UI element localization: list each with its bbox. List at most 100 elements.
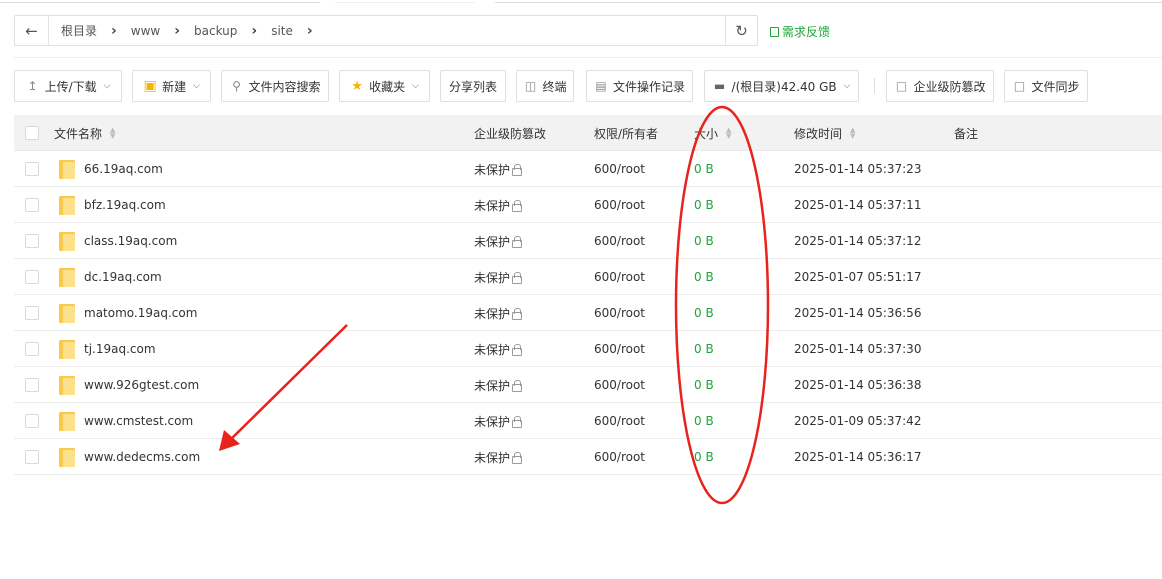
perm-cell[interactable]: 600/root xyxy=(594,439,645,475)
chevron-right-icon[interactable]: › xyxy=(297,23,323,39)
file-name[interactable]: class.19aq.com xyxy=(84,234,177,248)
perm-value: 600/root xyxy=(594,270,646,284)
disk-select-button[interactable]: ▬ /(根目录)42.40 GB ⌵ xyxy=(704,70,859,102)
breadcrumb-item-site[interactable]: site xyxy=(267,24,297,38)
refresh-button[interactable]: ↻ xyxy=(725,16,757,45)
perm-cell[interactable]: 600/root xyxy=(594,367,645,403)
file-name-cell[interactable]: class.19aq.com xyxy=(59,223,177,259)
row-checkbox[interactable] xyxy=(25,342,39,356)
perm-cell[interactable]: 600/root xyxy=(594,259,645,295)
tamper-status-cell[interactable]: 未保护 xyxy=(474,223,523,259)
folder-icon xyxy=(59,375,75,395)
file-name[interactable]: matomo.19aq.com xyxy=(84,306,197,320)
row-checkbox-cell xyxy=(25,403,39,439)
file-sync-button[interactable]: □ 文件同步 xyxy=(1004,70,1088,102)
row-checkbox[interactable] xyxy=(25,198,39,212)
mtime-cell: 2025-01-14 05:36:38 xyxy=(794,367,921,403)
file-name-cell[interactable]: matomo.19aq.com xyxy=(59,295,197,331)
perm-cell[interactable]: 600/root xyxy=(594,295,645,331)
table-row[interactable]: 66.19aq.com 未保护 600/root 0 B 2025-01-14 05:3… xyxy=(14,151,1162,187)
favorites-button[interactable]: ★ 收藏夹 ⌵ xyxy=(339,70,430,102)
log-icon: ▤ xyxy=(595,79,607,93)
table-row[interactable]: dc.19aq.com 未保护 600/root 0 B 2025-01-07 05:5… xyxy=(14,259,1162,295)
size-cell[interactable]: 0 B xyxy=(694,295,714,331)
new-button[interactable]: ▣ 新建 ⌵ xyxy=(132,70,211,102)
table-row[interactable]: matomo.19aq.com 未保护 600/root 0 B 2025-01-14 … xyxy=(14,295,1162,331)
file-log-button[interactable]: ▤ 文件操作记录 xyxy=(586,70,693,102)
select-all-checkbox[interactable] xyxy=(25,126,39,140)
file-name-cell[interactable]: bfz.19aq.com xyxy=(59,187,166,223)
file-name[interactable]: www.cmstest.com xyxy=(84,414,193,428)
perm-cell[interactable]: 600/root xyxy=(594,223,645,259)
file-name[interactable]: bfz.19aq.com xyxy=(84,198,166,212)
row-checkbox[interactable] xyxy=(25,162,39,176)
feedback-link[interactable]: 需求反馈 xyxy=(770,23,830,40)
size-cell[interactable]: 0 B xyxy=(694,223,714,259)
row-checkbox[interactable] xyxy=(25,306,39,320)
size-cell[interactable]: 0 B xyxy=(694,367,714,403)
row-checkbox-cell xyxy=(25,367,39,403)
tamper-status-cell[interactable]: 未保护 xyxy=(474,367,523,403)
file-name-cell[interactable]: 66.19aq.com xyxy=(59,151,163,187)
perm-value: 600/root xyxy=(594,450,646,464)
file-table: 文件名称 ▲ ▼ 企业级防篡改 权限/所有者 大小 ▲ ▼ 修改时间 ▲ ▼ 备注 6… xyxy=(14,115,1162,475)
file-name-cell[interactable]: www.cmstest.com xyxy=(59,403,193,439)
terminal-button[interactable]: ◫ 终端 xyxy=(516,70,574,102)
header-mtime[interactable]: 修改时间 ▲ ▼ xyxy=(794,115,855,151)
size-cell[interactable]: 0 B xyxy=(694,403,714,439)
breadcrumb-item-www[interactable]: www xyxy=(127,24,164,38)
file-name-cell[interactable]: www.dedecms.com xyxy=(59,439,200,475)
perm-cell[interactable]: 600/root xyxy=(594,187,645,223)
perm-cell[interactable]: 600/root xyxy=(594,403,645,439)
table-row[interactable]: tj.19aq.com 未保护 600/root 0 B 2025-01-14 05:3… xyxy=(14,331,1162,367)
size-cell[interactable]: 0 B xyxy=(694,151,714,187)
row-checkbox[interactable] xyxy=(25,450,39,464)
tamper-protect-button[interactable]: □ 企业级防篡改 xyxy=(886,70,994,102)
tamper-status-cell[interactable]: 未保护 xyxy=(474,259,523,295)
content-search-button[interactable]: ⚲ 文件内容搜索 xyxy=(221,70,329,102)
breadcrumb-item-backup[interactable]: backup xyxy=(190,24,241,38)
tamper-status: 未保护 xyxy=(474,198,511,213)
file-name[interactable]: 66.19aq.com xyxy=(84,162,163,176)
mtime-value: 2025-01-14 05:37:11 xyxy=(794,198,922,212)
table-row[interactable]: www.926gtest.com 未保护 600/root 0 B 2025-01-14… xyxy=(14,367,1162,403)
breadcrumb-item-root[interactable]: 根目录 xyxy=(57,22,101,39)
header-size[interactable]: 大小 ▲ ▼ xyxy=(694,115,731,151)
tamper-status-cell[interactable]: 未保护 xyxy=(474,439,523,475)
size-cell[interactable]: 0 B xyxy=(694,259,714,295)
row-checkbox[interactable] xyxy=(25,378,39,392)
upload-download-button[interactable]: ↥ 上传/下载 ⌵ xyxy=(14,70,122,102)
file-name[interactable]: www.926gtest.com xyxy=(84,378,199,392)
tamper-status-cell[interactable]: 未保护 xyxy=(474,331,523,367)
table-row[interactable]: bfz.19aq.com 未保护 600/root 0 B 2025-01-14 05:… xyxy=(14,187,1162,223)
back-button[interactable]: ← xyxy=(15,16,49,45)
row-checkbox[interactable] xyxy=(25,414,39,428)
file-name[interactable]: dc.19aq.com xyxy=(84,270,162,284)
shield-icon: □ xyxy=(895,79,908,93)
tamper-status-cell[interactable]: 未保护 xyxy=(474,403,523,439)
file-name-cell[interactable]: tj.19aq.com xyxy=(59,331,156,367)
tamper-status-cell[interactable]: 未保护 xyxy=(474,187,523,223)
size-cell[interactable]: 0 B xyxy=(694,331,714,367)
size-value: 0 B xyxy=(694,234,714,248)
file-name[interactable]: www.dedecms.com xyxy=(84,450,200,464)
table-row[interactable]: class.19aq.com 未保护 600/root 0 B 2025-01-14 0… xyxy=(14,223,1162,259)
row-checkbox[interactable] xyxy=(25,270,39,284)
size-cell[interactable]: 0 B xyxy=(694,187,714,223)
tamper-status-cell[interactable]: 未保护 xyxy=(474,151,523,187)
size-cell[interactable]: 0 B xyxy=(694,439,714,475)
file-name-cell[interactable]: www.926gtest.com xyxy=(59,367,199,403)
perm-cell[interactable]: 600/root xyxy=(594,331,645,367)
table-header: 文件名称 ▲ ▼ 企业级防篡改 权限/所有者 大小 ▲ ▼ 修改时间 ▲ ▼ 备注 xyxy=(14,115,1162,151)
table-row[interactable]: www.dedecms.com 未保护 600/root 0 B 2025-01-14 … xyxy=(14,439,1162,475)
mtime-cell: 2025-01-14 05:36:56 xyxy=(794,295,921,331)
table-body: 66.19aq.com 未保护 600/root 0 B 2025-01-14 05:3… xyxy=(14,151,1162,475)
share-list-button[interactable]: 分享列表 xyxy=(440,70,506,102)
file-name-cell[interactable]: dc.19aq.com xyxy=(59,259,162,295)
header-name[interactable]: 文件名称 ▲ ▼ xyxy=(54,115,115,151)
table-row[interactable]: www.cmstest.com 未保护 600/root 0 B 2025-01-09 … xyxy=(14,403,1162,439)
perm-cell[interactable]: 600/root xyxy=(594,151,645,187)
tamper-status-cell[interactable]: 未保护 xyxy=(474,295,523,331)
file-name[interactable]: tj.19aq.com xyxy=(84,342,156,356)
row-checkbox[interactable] xyxy=(25,234,39,248)
